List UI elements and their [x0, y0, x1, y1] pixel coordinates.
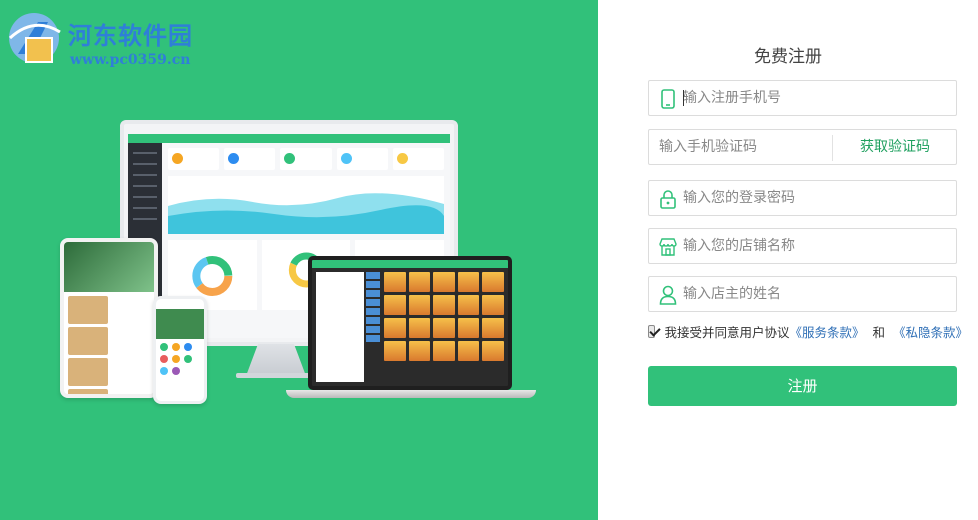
phone-field [648, 80, 957, 116]
watermark-title: 河东软件园 [68, 21, 193, 50]
register-panel: 免费注册 获取验证码 [598, 0, 978, 520]
code-input[interactable] [659, 130, 829, 164]
register-page: 河东软件园 www.pc0359.cn 免费注册 输入注册手机号 输入手机验证码… [0, 0, 978, 520]
password-field [648, 180, 957, 216]
tablet-hero-image [64, 242, 154, 292]
phone-icon [661, 89, 675, 109]
monitor-topbar [128, 134, 450, 143]
laptop-order-list [316, 272, 364, 382]
watermark-url: www.pc0359.cn [70, 52, 191, 68]
text-caret [683, 90, 684, 106]
monitor-area-chart [168, 176, 444, 234]
tablet-illustration [60, 238, 158, 398]
code-field: 获取验证码 [648, 129, 957, 165]
register-button[interactable]: 注册 [648, 366, 957, 406]
watermark: 河东软件园 www.pc0359.cn [4, 8, 214, 70]
phone-illustration [153, 296, 207, 404]
agree-text: 我接受并同意用户协议 [664, 324, 790, 340]
agreement-row: 我接受并同意用户协议 《服务条款》 和 《私隐条款》 [648, 322, 968, 340]
promo-panel: 河东软件园 www.pc0359.cn [0, 0, 598, 520]
password-input[interactable] [683, 181, 943, 215]
laptop-category-menu [366, 272, 380, 382]
agree-checkbox[interactable] [648, 324, 656, 338]
watermark-logo-icon [8, 13, 61, 63]
laptop-product-grid [384, 272, 504, 382]
register-title: 免费注册 [754, 47, 822, 67]
laptop-base [286, 390, 536, 398]
laptop-illustration [308, 256, 512, 390]
shop-field [648, 228, 957, 264]
shop-icon [659, 238, 677, 256]
owner-name-input[interactable] [683, 277, 943, 311]
service-terms-link[interactable]: 《服务条款》 [789, 322, 864, 341]
phone-app-icons [156, 339, 204, 379]
get-code-button[interactable]: 获取验证码 [833, 130, 957, 164]
and-text: 和 [872, 324, 885, 340]
owner-field [648, 276, 957, 312]
monitor-stand-base [236, 373, 316, 378]
lock-icon [660, 190, 676, 209]
tablet-food-tiles [64, 292, 154, 394]
shop-name-input[interactable] [683, 229, 943, 263]
laptop-topbar [312, 260, 508, 268]
phone-hero-image [156, 309, 204, 339]
monitor-stat-cards [168, 148, 445, 170]
phone-input[interactable] [683, 81, 943, 115]
monitor-stand [246, 344, 306, 376]
user-icon [659, 285, 677, 305]
privacy-terms-link[interactable]: 《私隐条款》 [893, 322, 968, 341]
